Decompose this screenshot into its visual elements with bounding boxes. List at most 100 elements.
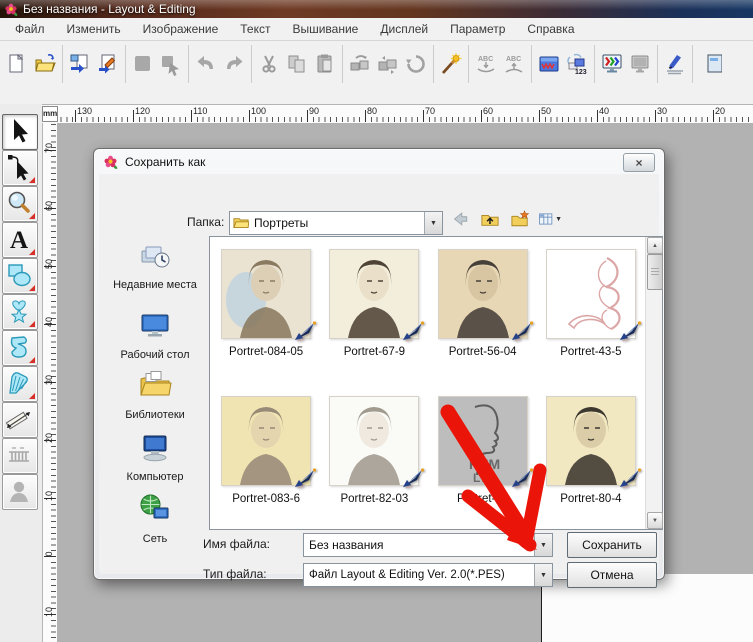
- tool-select-button[interactable]: [2, 114, 38, 150]
- file-item[interactable]: Portret-43-5: [541, 249, 641, 358]
- refresh-button[interactable]: [402, 48, 430, 80]
- cancel-button[interactable]: Отмена: [567, 562, 657, 588]
- file-thumbnail: [546, 249, 636, 339]
- tool-star-heart-button[interactable]: [2, 294, 38, 330]
- h-ruler-label: 20: [715, 106, 725, 116]
- toolbar-group: [63, 45, 126, 83]
- file-type-combobox[interactable]: Файл Layout & Editing Ver. 2.0(*.PES) ▼: [303, 563, 553, 587]
- undo-button[interactable]: [192, 48, 220, 80]
- tool-text-button[interactable]: A: [2, 222, 38, 258]
- menu-item-5[interactable]: Вышивание: [281, 22, 369, 36]
- sequence-123-button[interactable]: 123: [563, 48, 591, 80]
- tool-fan-button[interactable]: [2, 366, 38, 402]
- v-ruler-label: 40: [44, 314, 54, 330]
- scroll-down-button[interactable]: ▼: [647, 512, 663, 529]
- mode-send-button[interactable]: [157, 48, 185, 80]
- toolbar-group: [0, 45, 63, 83]
- menu-item-6[interactable]: Дисплей: [369, 22, 439, 36]
- vertical-scrollbar[interactable]: ▲ ▼: [645, 237, 662, 529]
- place-recent-places[interactable]: Недавние места: [105, 238, 205, 292]
- tool-zoom-button[interactable]: [2, 186, 38, 222]
- redo-button[interactable]: [220, 48, 248, 80]
- place-network[interactable]: Сеть: [105, 492, 205, 546]
- application-window: Без названия - Layout & Editing ФайлИзме…: [0, 0, 753, 642]
- new-folder-button[interactable]: [508, 208, 532, 230]
- cut-button[interactable]: [255, 48, 283, 80]
- tool-point-edit-button[interactable]: [2, 150, 38, 186]
- export-design-button[interactable]: [94, 48, 122, 80]
- magic-wand-button[interactable]: [437, 48, 465, 80]
- send-to-machine-button[interactable]: [661, 48, 689, 80]
- folder-combobox[interactable]: Портреты ▼: [229, 211, 443, 235]
- folder-dropdown-button[interactable]: ▼: [424, 212, 442, 234]
- file-item[interactable]: Portret-084-05: [216, 249, 316, 358]
- flyout-indicator: [29, 393, 35, 399]
- tool-freeform-button[interactable]: [2, 330, 38, 366]
- flyout-indicator: [29, 177, 35, 183]
- place-label: Сеть: [109, 533, 201, 546]
- tool-portrait-button[interactable]: [2, 474, 38, 510]
- toolbar-group: 123: [532, 45, 595, 83]
- file-name-dropdown-button[interactable]: ▼: [534, 534, 552, 556]
- back-button[interactable]: [448, 208, 472, 230]
- menu-item-7[interactable]: Параметр: [439, 22, 516, 36]
- file-type-value: Файл Layout & Editing Ver. 2.0(*.PES): [304, 569, 534, 581]
- place-computer[interactable]: Компьютер: [105, 430, 205, 484]
- scroll-up-button[interactable]: ▲: [647, 237, 663, 254]
- menu-bar: ФайлИзменитьИзображениеТекстВышиваниеДис…: [0, 18, 753, 41]
- file-item[interactable]: Portret-56-04: [433, 249, 533, 358]
- duplicate-button[interactable]: [346, 48, 374, 80]
- file-name-combobox[interactable]: Без названия ▼: [303, 533, 553, 557]
- file-name: Portret-43-5: [560, 346, 621, 358]
- import-design-button[interactable]: [66, 48, 94, 80]
- h-ruler-label: 130: [77, 106, 92, 116]
- tool-measure-button[interactable]: [2, 402, 38, 438]
- preview-plain-button[interactable]: [626, 48, 654, 80]
- scrollbar-thumb[interactable]: [647, 254, 663, 290]
- preview-color-button[interactable]: [598, 48, 626, 80]
- menu-item-3[interactable]: Изображение: [132, 22, 230, 36]
- up-folder-button[interactable]: [478, 208, 502, 230]
- save-button[interactable]: Сохранить: [567, 532, 657, 558]
- file-name: Portret-56-04: [449, 346, 517, 358]
- svg-text:A: A: [10, 227, 28, 254]
- group-button[interactable]: [374, 48, 402, 80]
- recent-places-icon: [138, 238, 172, 277]
- stitch-box-button[interactable]: [535, 48, 563, 80]
- open-file-button[interactable]: [31, 48, 59, 80]
- menu-item-8[interactable]: Справка: [516, 22, 585, 36]
- file-item[interactable]: Portret-083-6: [216, 396, 316, 505]
- file-type-dropdown-button[interactable]: ▼: [534, 564, 552, 586]
- views-button[interactable]: ▼: [538, 208, 562, 230]
- file-item[interactable]: Portret-67-9: [324, 249, 424, 358]
- tool-stitch-attr-button[interactable]: [2, 438, 38, 474]
- file-list: Portret-084-05Portret-67-9 Portret-56-04 P…: [209, 236, 663, 530]
- menu-item-2[interactable]: Изменить: [56, 22, 132, 36]
- h-ruler-label: 50: [541, 106, 551, 116]
- paste-button[interactable]: [311, 48, 339, 80]
- file-item[interactable]: KEMLTDPortret-81: [433, 396, 533, 505]
- dialog-close-button[interactable]: ×: [623, 153, 655, 172]
- menu-item-1[interactable]: Файл: [4, 22, 56, 36]
- partial-edge-button[interactable]: [696, 48, 724, 80]
- place-desktop[interactable]: Рабочий стол: [105, 308, 205, 362]
- file-name: Portret-80-4: [560, 493, 621, 505]
- dialog-title-bar[interactable]: Сохранить как: [94, 149, 664, 174]
- toolbar-group: ABCABC: [469, 45, 532, 83]
- file-item[interactable]: Portret-82-03: [324, 396, 424, 505]
- copy-button[interactable]: [283, 48, 311, 80]
- v-ruler-label: 10: [44, 488, 54, 504]
- text-fit-up-button[interactable]: ABC: [500, 48, 528, 80]
- tool-shapes-button[interactable]: [2, 258, 38, 294]
- menu-item-4[interactable]: Текст: [229, 22, 281, 36]
- h-ruler-label: 40: [599, 106, 609, 116]
- text-fit-down-button[interactable]: ABC: [472, 48, 500, 80]
- title-bar[interactable]: Без названия - Layout & Editing: [0, 0, 753, 18]
- ruler-unit-box: mm: [42, 106, 58, 122]
- place-libraries[interactable]: Библиотеки: [105, 368, 205, 422]
- flyout-indicator: [29, 285, 35, 291]
- mode-select-button[interactable]: [129, 48, 157, 80]
- file-item[interactable]: Portret-80-4: [541, 396, 641, 505]
- new-document-button[interactable]: [3, 48, 31, 80]
- v-ruler-label: 50: [44, 256, 54, 272]
